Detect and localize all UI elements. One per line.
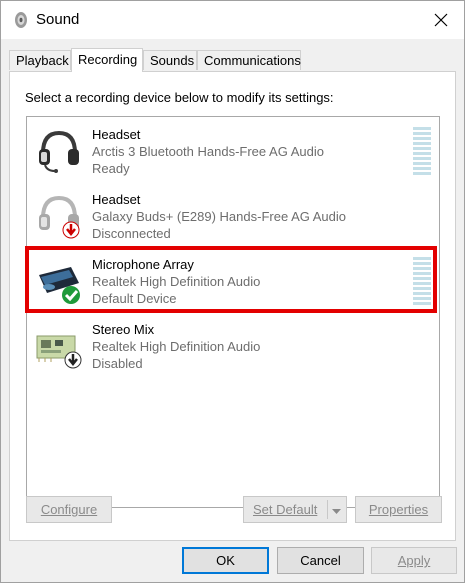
chevron-down-icon[interactable] (331, 505, 342, 519)
level-meter (413, 127, 431, 177)
title-bar: Sound (1, 1, 464, 39)
device-list: Headset Arctis 3 Bluetooth Hands-Free AG… (25, 116, 440, 508)
headset-icon (35, 127, 83, 175)
tab-playback[interactable]: Playback (9, 50, 71, 70)
level-meter (413, 257, 431, 307)
split-divider (327, 500, 328, 519)
window-title: Sound (36, 11, 80, 28)
instruction-text: Select a recording device below to modif… (25, 90, 334, 105)
device-status: Default Device (92, 291, 177, 306)
set-default-label: Set Default (253, 502, 318, 517)
circuit-board-icon (35, 322, 83, 370)
apply-button[interactable]: Apply (371, 547, 457, 574)
properties-label: Properties (368, 502, 429, 517)
microphone-array-icon (35, 257, 83, 305)
speaker-icon (11, 10, 31, 30)
device-name: Stereo Mix (92, 322, 155, 337)
device-description: Arctis 3 Bluetooth Hands-Free AG Audio (92, 144, 324, 159)
device-item-stereo-mix[interactable]: Stereo Mix Realtek High Definition Audio… (27, 314, 439, 379)
recording-panel: Select a recording device below to modif… (9, 71, 456, 541)
sound-dialog: Sound Playback Recording Sounds Communic… (0, 0, 465, 583)
device-description: Realtek High Definition Audio (92, 339, 261, 354)
device-description: Galaxy Buds+ (E289) Hands-Free AG Audio (92, 209, 346, 224)
device-status: Ready (92, 161, 130, 176)
cancel-button[interactable]: Cancel (277, 547, 364, 574)
device-status: Disabled (92, 356, 143, 371)
tab-communications[interactable]: Communications (197, 50, 301, 70)
configure-button[interactable]: Configure (26, 496, 112, 523)
device-name: Headset (92, 192, 141, 207)
device-item-microphone-array[interactable]: Microphone Array Realtek High Definition… (25, 246, 439, 314)
tab-recording[interactable]: Recording (71, 48, 143, 72)
properties-button[interactable]: Properties (355, 496, 442, 523)
device-name: Headset (92, 127, 141, 142)
headset-disconnected-icon (35, 192, 83, 240)
device-item-galaxy-buds-headset[interactable]: Headset Galaxy Buds+ (E289) Hands-Free A… (27, 184, 439, 249)
ok-button[interactable]: OK (182, 547, 269, 574)
apply-label: Apply (397, 553, 431, 568)
device-status: Disconnected (92, 226, 171, 241)
close-icon[interactable] (418, 1, 464, 39)
device-name: Microphone Array (92, 257, 194, 272)
device-item-arctis-headset[interactable]: Headset Arctis 3 Bluetooth Hands-Free AG… (27, 119, 439, 184)
device-description: Realtek High Definition Audio (92, 274, 261, 289)
tab-sounds[interactable]: Sounds (143, 50, 197, 70)
configure-label: Configure (40, 502, 98, 517)
